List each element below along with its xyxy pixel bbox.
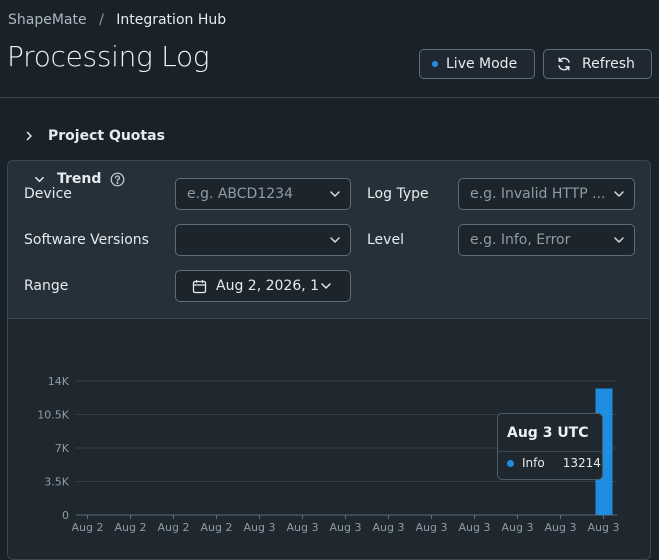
y-tick-label: 14K: [48, 375, 70, 388]
x-tick-label: Aug 3: [588, 521, 620, 534]
x-tick-label: Aug 3: [502, 521, 534, 534]
tooltip-series-name: Info: [522, 456, 545, 470]
tooltip-series-value: 13214: [562, 456, 601, 470]
tooltip-divider: [498, 451, 602, 452]
x-tick-label: Aug 3: [330, 521, 362, 534]
x-tick-label: Aug 2: [115, 521, 147, 534]
x-tick-label: Aug 2: [158, 521, 190, 534]
x-tick-label: Aug 3: [459, 521, 491, 534]
x-tick-label: Aug 2: [201, 521, 233, 534]
y-tick-label: 10.5K: [37, 409, 69, 422]
tooltip-row: Info 13214: [507, 456, 601, 470]
chart-tooltip: Aug 3 UTC Info 13214: [497, 413, 603, 480]
tooltip-title: Aug 3 UTC: [507, 425, 589, 441]
x-tick-label: Aug 3: [416, 521, 448, 534]
y-tick-label: 3.5K: [44, 476, 69, 489]
x-tick-label: Aug 3: [244, 521, 276, 534]
y-tick-label: 0: [62, 509, 69, 522]
tooltip-series-dot: [507, 459, 514, 467]
x-tick-label: Aug 2: [72, 521, 104, 534]
x-tick-label: Aug 3: [287, 521, 319, 534]
y-tick-label: 7K: [55, 442, 70, 455]
x-tick-label: Aug 3: [545, 521, 577, 534]
x-tick-label: Aug 3: [373, 521, 405, 534]
